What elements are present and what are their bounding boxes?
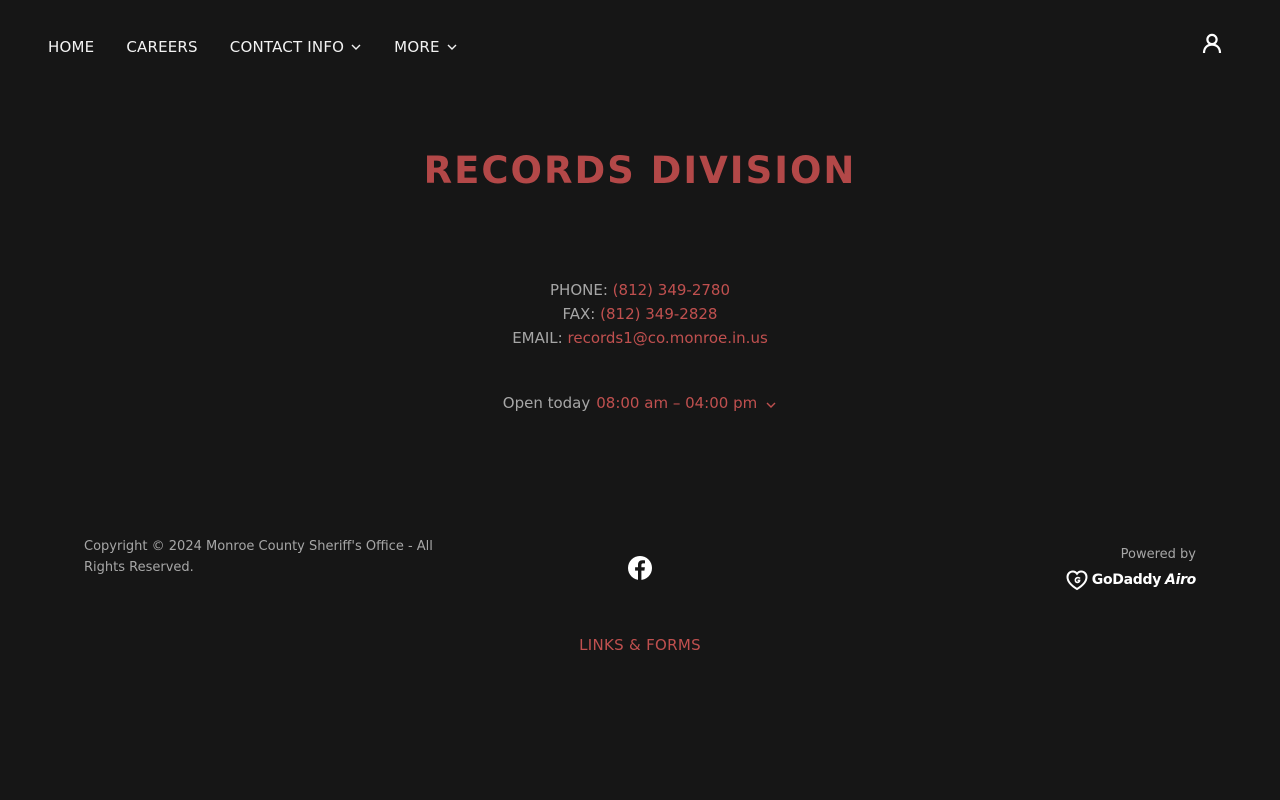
nav-item-contact-info[interactable]: CONTACT INFO [230,38,362,56]
phone-link[interactable]: (812) 349-2780 [613,281,730,299]
nav-item-more[interactable]: MORE [394,38,457,56]
hours-value[interactable]: 08:00 am – 04:00 pm [596,391,757,415]
fax-line: FAX: (812) 349-2828 [0,302,1280,326]
main-nav: HOME CAREERS CONTACT INFO MORE [48,36,458,58]
hours-label: Open today [502,394,591,412]
contact-info: PHONE: (812) 349-2780 FAX: (812) 349-282… [0,278,1280,350]
email-line: EMAIL: records1@co.monroe.in.us [0,326,1280,350]
business-hours: Open today 08:00 am – 04:00 pm [0,391,1280,415]
phone-label: PHONE: [550,281,608,299]
fax-label: FAX: [562,305,596,323]
links-and-forms-link[interactable]: LINKS & FORMS [0,634,1280,656]
user-account-icon[interactable] [1200,32,1224,56]
nav-item-careers[interactable]: CAREERS [126,38,197,56]
nav-item-label: MORE [394,38,440,56]
fax-link[interactable]: (812) 349-2828 [600,305,717,323]
phone-line: PHONE: (812) 349-2780 [0,278,1280,302]
chevron-down-icon [350,41,362,53]
nav-item-label: CAREERS [126,38,198,56]
copyright-text: Copyright © 2024 Monroe County Sheriff's… [84,539,433,575]
nav-item-label: HOME [48,38,95,56]
email-link[interactable]: records1@co.monroe.in.us [568,329,768,347]
chevron-down-icon[interactable] [765,399,777,411]
powered-by: Powered by GoDaddy Airo [1065,546,1196,591]
godaddy-logo-icon [1065,569,1089,591]
brand-suffix: Airo [1165,572,1196,588]
nav-item-home[interactable]: HOME [48,38,94,56]
email-label: EMAIL: [512,329,563,347]
page-title: RECORDS DIVISION [423,149,857,192]
powered-by-label: Powered by [1120,547,1196,562]
facebook-icon[interactable] [627,555,653,581]
godaddy-brand-link[interactable]: GoDaddy Airo [1065,569,1196,591]
chevron-down-icon [446,41,458,53]
brand-name: GoDaddy [1091,572,1162,588]
nav-item-label: CONTACT INFO [229,38,345,56]
